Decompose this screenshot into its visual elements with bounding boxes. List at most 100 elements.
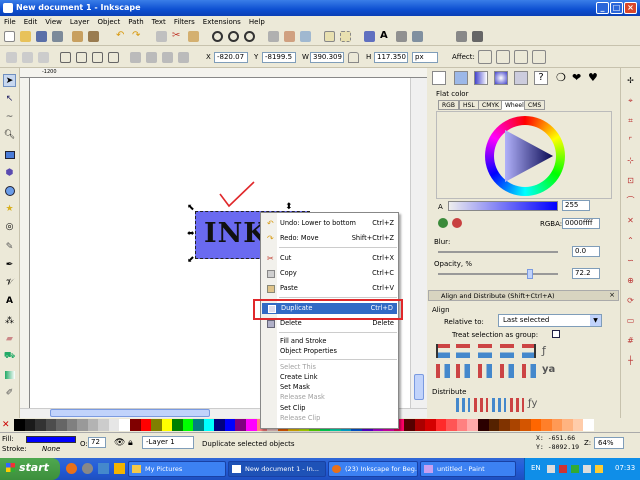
tweak-tool-icon[interactable]: ~: [3, 110, 16, 123]
menu-item-paste[interactable]: Paste Ctrl+V: [261, 283, 398, 294]
bucket-tool-icon[interactable]: ⛟: [3, 350, 16, 363]
snap-center-icon[interactable]: ⊕: [624, 274, 637, 287]
menu-object[interactable]: Object: [93, 16, 124, 28]
palette-swatch[interactable]: [140, 419, 152, 431]
out-of-gamut-icon[interactable]: [452, 218, 462, 228]
task-browser[interactable]: (23) Inkscape for Beg...: [328, 461, 418, 477]
opacity-slider[interactable]: [438, 273, 558, 275]
fill-rule-nonzero-icon[interactable]: ❤: [572, 71, 586, 85]
affect-corners-icon[interactable]: [496, 50, 510, 64]
fill-heart-icon[interactable]: ♥: [588, 71, 602, 85]
palette-swatch[interactable]: [14, 419, 26, 431]
3d-box-tool-icon[interactable]: ⬢: [3, 166, 16, 179]
layer-select[interactable]: -Layer 1: [142, 436, 194, 449]
palette-swatch[interactable]: [509, 419, 521, 431]
snap-cusp-icon[interactable]: ⌃: [624, 234, 637, 247]
select-all-icon[interactable]: [6, 52, 17, 63]
menu-item-duplicate[interactable]: Duplicate Ctrl+D: [262, 303, 397, 314]
panel-close-icon[interactable]: ×: [609, 291, 615, 299]
unit-select[interactable]: px: [412, 52, 438, 63]
palette-swatch[interactable]: [24, 419, 36, 431]
palette-swatch[interactable]: [414, 419, 426, 431]
zoom-selection-icon[interactable]: [212, 31, 223, 42]
horizontal-scroll-thumb[interactable]: [50, 409, 210, 417]
open-folder-icon[interactable]: [20, 31, 31, 42]
palette-swatch[interactable]: [108, 419, 120, 431]
align-top-anchor-icon[interactable]: [522, 364, 536, 378]
snap-midpoint-icon[interactable]: ⊹: [624, 154, 637, 167]
tray-icon-5[interactable]: [595, 465, 603, 473]
palette-swatch[interactable]: [488, 419, 500, 431]
distribute-left-icon[interactable]: [456, 398, 470, 412]
palette-swatch[interactable]: [520, 419, 532, 431]
rotate-ccw-icon[interactable]: [60, 52, 71, 63]
vertical-scroll-thumb[interactable]: [414, 374, 424, 400]
palette-swatch[interactable]: [551, 419, 563, 431]
node-tool-icon[interactable]: ↖: [3, 92, 16, 105]
fill-rule-evenodd-icon[interactable]: ❍: [556, 71, 570, 85]
tab-cmyk[interactable]: CMYK: [478, 100, 503, 110]
palette-swatch[interactable]: [530, 419, 542, 431]
palette-swatch[interactable]: [246, 419, 258, 431]
opacity-slider-thumb[interactable]: [527, 269, 533, 279]
fill-stroke-icon[interactable]: [364, 31, 375, 42]
h-field[interactable]: 117.350: [374, 52, 408, 63]
start-button[interactable]: start: [0, 458, 60, 480]
align-center-v-icon[interactable]: [478, 364, 492, 378]
unlink-clone-icon[interactable]: [300, 31, 311, 42]
palette-swatch[interactable]: [404, 419, 416, 431]
tray-icon-2[interactable]: [559, 465, 567, 473]
ellipse-tool-icon[interactable]: [3, 184, 16, 197]
fill-linear-gradient-icon[interactable]: [474, 71, 488, 85]
selector-tool-icon[interactable]: ➤: [3, 74, 16, 87]
tab-hsl[interactable]: HSL: [459, 100, 479, 110]
task-my-pictures[interactable]: My Pictures: [128, 461, 226, 477]
palette-swatch[interactable]: [172, 419, 184, 431]
snap-page-icon[interactable]: ▭: [624, 314, 637, 327]
scale-handle-top[interactable]: ⬍: [285, 202, 293, 212]
text-tool-icon[interactable]: A: [3, 294, 16, 307]
palette-swatch[interactable]: [562, 419, 574, 431]
raise-to-top-icon[interactable]: [130, 52, 141, 63]
palette-swatch[interactable]: [151, 419, 163, 431]
align-bottom-edge-icon[interactable]: [500, 364, 514, 378]
palette-swatch[interactable]: [98, 419, 110, 431]
cut-icon[interactable]: ✂: [172, 31, 183, 42]
palette-swatch[interactable]: [161, 419, 173, 431]
palette-swatch[interactable]: [87, 419, 99, 431]
snap-rotation-icon[interactable]: ⟳: [624, 294, 637, 307]
menu-path[interactable]: Path: [124, 16, 147, 28]
affect-stroke-icon[interactable]: [478, 50, 492, 64]
tray-icon-3[interactable]: [571, 465, 579, 473]
menu-item-redo[interactable]: ↷ Redo: Move Shift+Ctrl+Z: [261, 233, 398, 244]
group-icon[interactable]: [324, 31, 335, 42]
snap-grid-icon[interactable]: #: [624, 334, 637, 347]
color-managed-icon[interactable]: [438, 218, 448, 228]
palette-swatch[interactable]: [499, 419, 511, 431]
saturation-triangle[interactable]: [497, 126, 559, 188]
palette-swatch[interactable]: [77, 419, 89, 431]
menu-edit[interactable]: Edit: [20, 16, 42, 28]
tray-icon-1[interactable]: [547, 465, 555, 473]
opacity-o-field[interactable]: 72: [88, 437, 106, 448]
alpha-slider[interactable]: [448, 201, 558, 211]
fill-none-icon[interactable]: [432, 71, 446, 85]
lower-to-bottom-icon[interactable]: [178, 52, 189, 63]
align-bottom-anchor-icon[interactable]: [436, 364, 450, 378]
snap-guide-icon[interactable]: ┼: [624, 354, 637, 367]
menu-item-delete[interactable]: Delete Delete: [261, 318, 398, 329]
scale-handle-tl[interactable]: ⬉: [187, 203, 195, 213]
palette-swatch[interactable]: [119, 419, 131, 431]
copy-icon[interactable]: [156, 31, 167, 42]
palette-swatch[interactable]: [583, 419, 595, 431]
duplicate-icon[interactable]: [268, 31, 279, 42]
palette-swatch[interactable]: [425, 419, 437, 431]
align-left-anchor-icon[interactable]: [500, 344, 514, 358]
align-top-edge-icon[interactable]: [456, 364, 470, 378]
lock-proportions-icon[interactable]: [348, 52, 359, 63]
tray-icon-4[interactable]: [583, 465, 591, 473]
redo-icon[interactable]: ↷: [132, 31, 143, 42]
menu-text[interactable]: Text: [148, 16, 170, 28]
minimize-button[interactable]: _: [596, 2, 609, 14]
fill-pattern-icon[interactable]: [514, 71, 528, 85]
